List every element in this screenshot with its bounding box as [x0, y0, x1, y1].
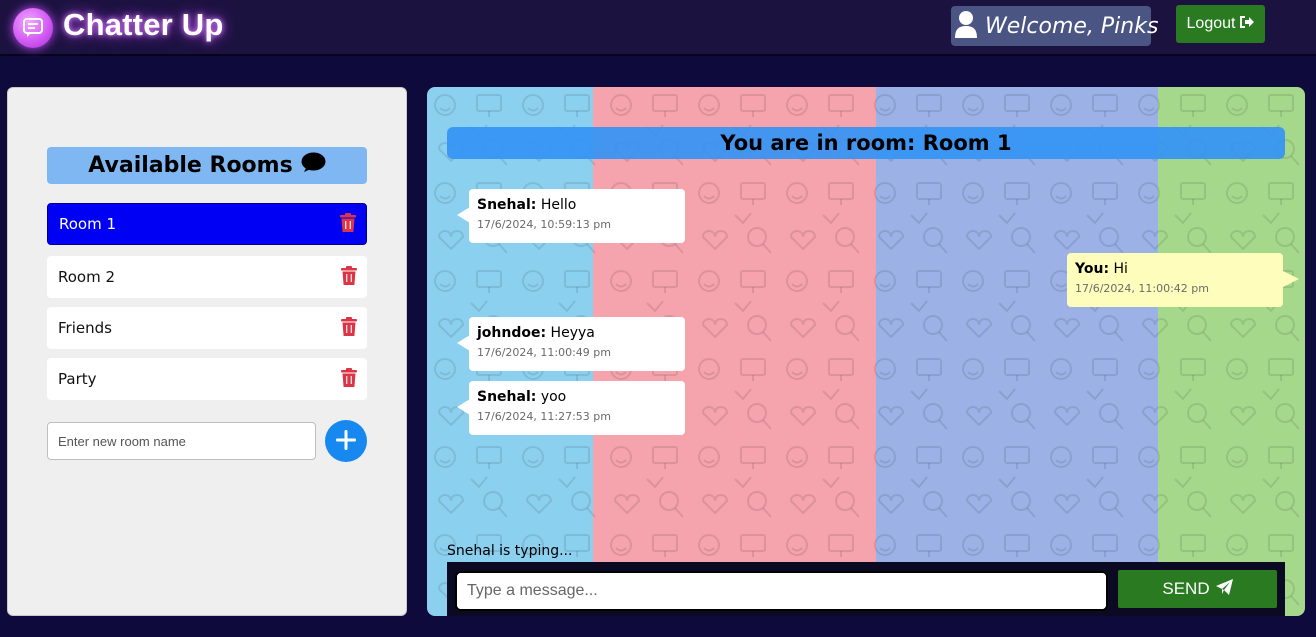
chat-logo-icon [13, 8, 53, 48]
message-bubble: johndoe: Heyya 17/6/2024, 11:00:49 pm [457, 317, 685, 371]
message-text: Heyya [550, 325, 595, 341]
logout-button[interactable]: Logout [1176, 5, 1265, 43]
message-line: johndoe: Heyya [477, 325, 677, 341]
room-item-room-1[interactable]: Room 1 [47, 203, 367, 245]
room-label: Room 2 [58, 268, 116, 286]
welcome-text: Welcome, Pinks [985, 13, 1159, 39]
room-label: Friends [58, 319, 112, 337]
add-room-button[interactable] [325, 420, 367, 462]
send-label: SEND [1162, 579, 1210, 598]
trash-icon[interactable] [340, 212, 356, 236]
sign-out-icon [1239, 15, 1255, 34]
message-text: Hello [540, 197, 577, 213]
trash-icon[interactable] [341, 316, 357, 340]
message-author: Snehal: [477, 197, 537, 213]
message-timestamp: 17/6/2024, 11:27:53 pm [477, 410, 611, 423]
message-text: yoo [540, 389, 567, 405]
chat-panel: You are in room: Room 1 Snehal: Hello 17… [427, 87, 1305, 616]
paper-plane-icon [1215, 578, 1233, 600]
message-line: Snehal: yoo [477, 389, 677, 405]
welcome-badge: Welcome, Pinks [951, 6, 1158, 46]
message-author: You: [1075, 261, 1110, 277]
message-timestamp: 17/6/2024, 11:00:49 pm [477, 346, 611, 359]
room-item-room-2[interactable]: Room 2 [47, 256, 367, 298]
message-compose-bar: SEND [447, 562, 1285, 616]
message-bubble-own: You: Hi 17/6/2024, 11:00:42 pm [1067, 253, 1299, 307]
comment-icon [301, 152, 326, 180]
room-label: Room 1 [59, 215, 117, 233]
new-room-input[interactable] [47, 422, 316, 460]
trash-icon[interactable] [341, 367, 357, 391]
message-input[interactable] [455, 571, 1108, 611]
user-icon [955, 10, 977, 42]
message-timestamp: 17/6/2024, 11:00:42 pm [1075, 282, 1209, 295]
rooms-sidebar: Available Rooms Room 1 Room 2 Friends Pa… [7, 87, 407, 616]
message-timestamp: 17/6/2024, 10:59:13 pm [477, 218, 611, 231]
top-navbar: Chatter Up Welcome, Pinks Logout [0, 0, 1316, 56]
room-label: Party [58, 370, 97, 388]
message-line: Snehal: Hello [477, 197, 677, 213]
message-bubble: Snehal: yoo 17/6/2024, 11:27:53 pm [457, 381, 685, 435]
room-item-party[interactable]: Party [47, 358, 367, 400]
room-item-friends[interactable]: Friends [47, 307, 367, 349]
send-button[interactable]: SEND [1118, 570, 1277, 608]
message-text: Hi [1113, 261, 1128, 277]
message-author: Snehal: [477, 389, 537, 405]
rooms-heading: Available Rooms [47, 147, 367, 184]
message-author: johndoe: [477, 325, 547, 341]
brand-name: Chatter Up [63, 7, 224, 42]
typing-indicator: Snehal is typing... [447, 543, 573, 559]
message-bubble: Snehal: Hello 17/6/2024, 10:59:13 pm [457, 189, 685, 243]
logout-label: Logout [1186, 15, 1236, 32]
trash-icon[interactable] [341, 265, 357, 289]
message-line: You: Hi [1075, 261, 1275, 277]
rooms-heading-text: Available Rooms [88, 153, 293, 178]
plus-icon [335, 429, 357, 454]
current-room-banner: You are in room: Room 1 [447, 127, 1285, 159]
